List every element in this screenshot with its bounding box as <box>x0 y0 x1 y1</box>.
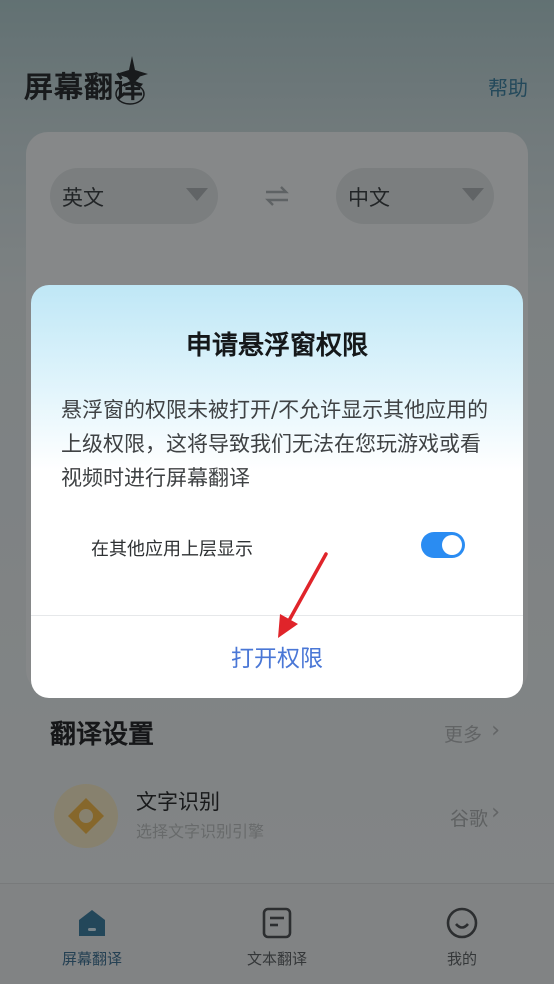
dialog-title: 申请悬浮窗权限 <box>185 331 368 361</box>
toggle-knob <box>442 535 462 555</box>
open-permission-button[interactable]: 打开权限 <box>31 639 523 673</box>
overlay-permission-toggle[interactable] <box>421 532 465 558</box>
overlay-permission-label: 在其他应用上层显示 <box>91 539 253 560</box>
dialog-message: 悬浮窗的权限未被打开/不允许显示其他应用的上级权限，这将导致我们无法在您玩游戏或… <box>61 398 489 490</box>
red-arrow-annotation <box>278 552 328 638</box>
